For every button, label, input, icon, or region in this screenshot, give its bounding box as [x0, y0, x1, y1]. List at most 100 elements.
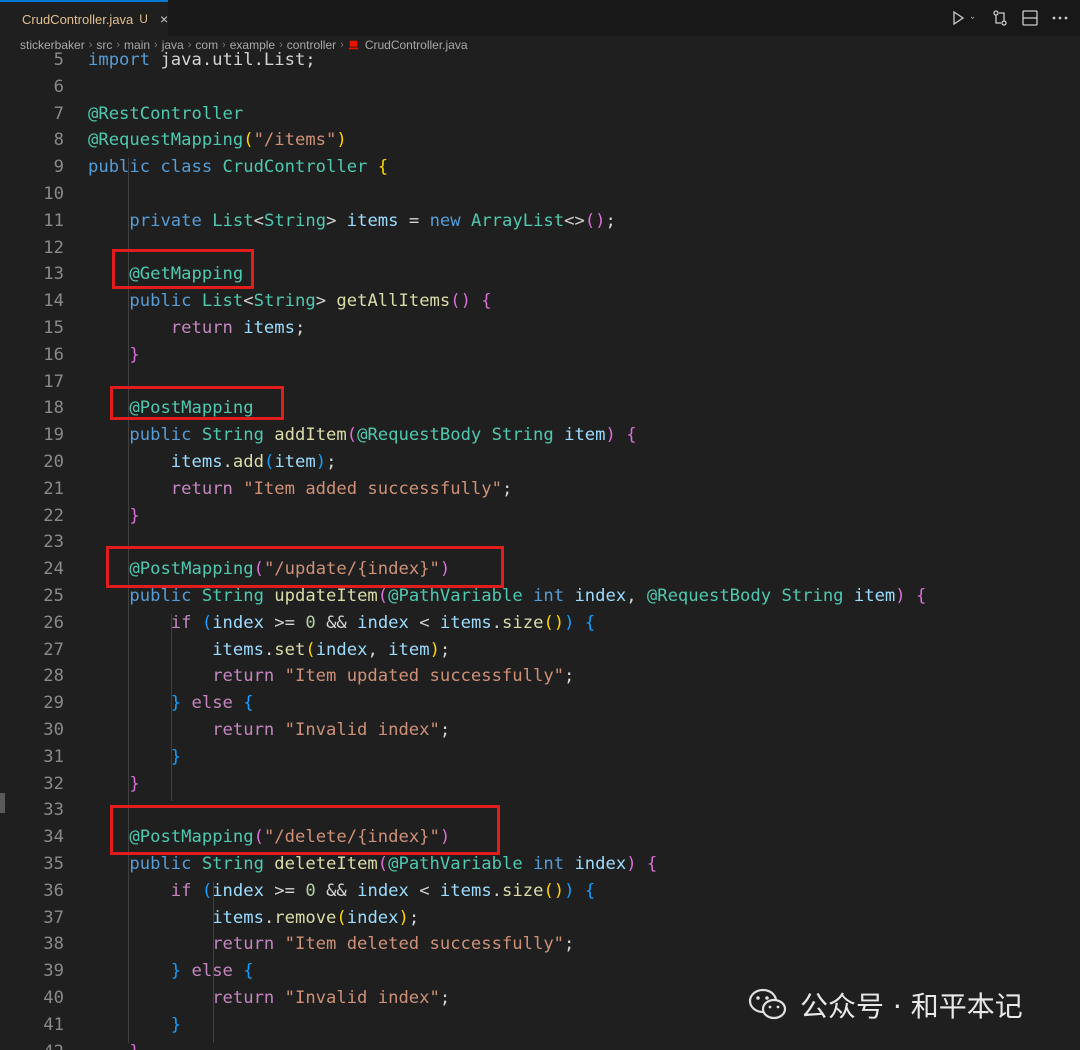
split-editor-icon[interactable] — [1020, 8, 1040, 28]
code-line[interactable]: 29 } else { — [0, 690, 1080, 717]
code-token: } — [170, 746, 182, 767]
code-line[interactable]: 26 if (index >= 0 && index < items.size(… — [0, 610, 1080, 637]
code-token: item — [853, 586, 896, 606]
chevron-down-icon[interactable] — [970, 8, 980, 28]
code-line[interactable]: 19 public String addItem(@RequestBody St… — [0, 422, 1080, 449]
code-token: () — [584, 210, 606, 231]
line-number: 7 — [53, 103, 64, 124]
code-token: ) — [398, 907, 409, 928]
code-token: } — [170, 1014, 182, 1035]
code-token: { — [243, 961, 254, 982]
code-line[interactable]: 32 } — [0, 771, 1080, 798]
code-line[interactable]: 8 @RequestMapping("/items") — [0, 127, 1080, 154]
code-line[interactable]: 16 } — [0, 342, 1080, 369]
code-line[interactable]: 15 return items; — [0, 315, 1080, 342]
code-token: index — [315, 639, 368, 660]
code-line[interactable]: 31 } — [0, 744, 1080, 771]
code-text: } — [88, 342, 139, 369]
code-token: "/items" — [253, 130, 337, 151]
code-token: ( — [263, 452, 275, 472]
code-line[interactable]: 27 items.set(index, item); — [0, 637, 1080, 664]
code-line[interactable]: 39 } else { — [0, 958, 1080, 985]
code-token: ) — [429, 639, 440, 660]
code-token: List — [212, 210, 254, 231]
code-token: && — [315, 612, 358, 633]
code-line[interactable]: 5 import java.util.List; — [0, 47, 1080, 74]
code-line[interactable]: 35 public String deleteItem(@PathVariabl… — [0, 851, 1080, 878]
tab-crudcontroller[interactable]: CrudController.java U × — [0, 0, 168, 36]
code-token: index — [346, 907, 399, 928]
code-line[interactable]: 22 } — [0, 503, 1080, 530]
code-line[interactable]: 11 private List<String> items = new Arra… — [0, 208, 1080, 235]
code-line[interactable]: 30 return "Invalid index"; — [0, 717, 1080, 744]
code-line[interactable]: 14 public List<String> getAllItems() { — [0, 288, 1080, 315]
code-text: return "Item updated successfully"; — [88, 663, 574, 690]
more-actions-icon[interactable] — [1050, 8, 1070, 28]
code-token: ( — [377, 586, 389, 606]
code-token: ( — [243, 130, 254, 151]
code-token: size — [502, 880, 544, 901]
code-token: String — [201, 854, 264, 874]
compare-changes-icon[interactable] — [990, 8, 1010, 28]
code-token: @RequestBody — [646, 586, 772, 606]
code-token: 0 — [305, 612, 316, 633]
code-token: import — [88, 50, 151, 70]
run-icon[interactable] — [948, 8, 968, 28]
code-token: index — [357, 612, 409, 633]
code-token: items — [212, 907, 264, 928]
line-number: 25 — [43, 586, 64, 606]
tab-close-button[interactable]: × — [160, 11, 168, 27]
code-text: import java.util.List; — [88, 47, 316, 74]
code-token: private — [129, 210, 213, 231]
code-token: List — [201, 291, 244, 312]
code-text: public class CrudController { — [88, 154, 388, 181]
highlight-box-delete-mapping — [110, 805, 500, 855]
code-token: items — [212, 639, 264, 660]
code-token: } — [170, 961, 182, 982]
code-line[interactable]: 7 @RestController — [0, 101, 1080, 128]
code-line[interactable]: 9 public class CrudController { — [0, 154, 1080, 181]
indent-guide — [171, 613, 172, 802]
code-line[interactable]: 42 } — [0, 1039, 1080, 1050]
line-number: 16 — [43, 344, 64, 365]
code-line[interactable]: 20 items.add(item); — [0, 449, 1080, 476]
code-token: return — [170, 318, 244, 338]
code-line[interactable]: 37 items.remove(index); — [0, 905, 1080, 932]
code-line[interactable]: 6 — [0, 74, 1080, 101]
code-token: public — [129, 586, 202, 606]
code-token: ) — [895, 586, 906, 606]
line-number: 11 — [43, 210, 64, 231]
line-number: 41 — [43, 1014, 64, 1035]
code-token: { — [481, 291, 492, 312]
line-number: 32 — [43, 773, 64, 794]
line-number: 29 — [43, 693, 64, 714]
code-token: = — [398, 210, 430, 231]
code-line[interactable]: 28 return "Item updated successfully"; — [0, 663, 1080, 690]
line-number: 20 — [43, 452, 64, 472]
line-number: 9 — [53, 157, 64, 178]
line-number: 28 — [43, 666, 64, 687]
code-line[interactable]: 36 if (index >= 0 && index < items.size(… — [0, 878, 1080, 905]
code-line[interactable]: 21 return "Item added successfully"; — [0, 476, 1080, 503]
code-token: index — [212, 612, 264, 633]
code-line[interactable]: 38 return "Item deleted successfully"; — [0, 931, 1080, 958]
code-token: { — [243, 693, 254, 714]
line-number: 12 — [43, 237, 64, 258]
code-line[interactable]: 10 — [0, 181, 1080, 208]
code-token: { — [916, 586, 927, 606]
line-number: 42 — [0, 1039, 64, 1050]
code-token: ; — [439, 720, 451, 740]
code-token: ) — [626, 854, 637, 874]
